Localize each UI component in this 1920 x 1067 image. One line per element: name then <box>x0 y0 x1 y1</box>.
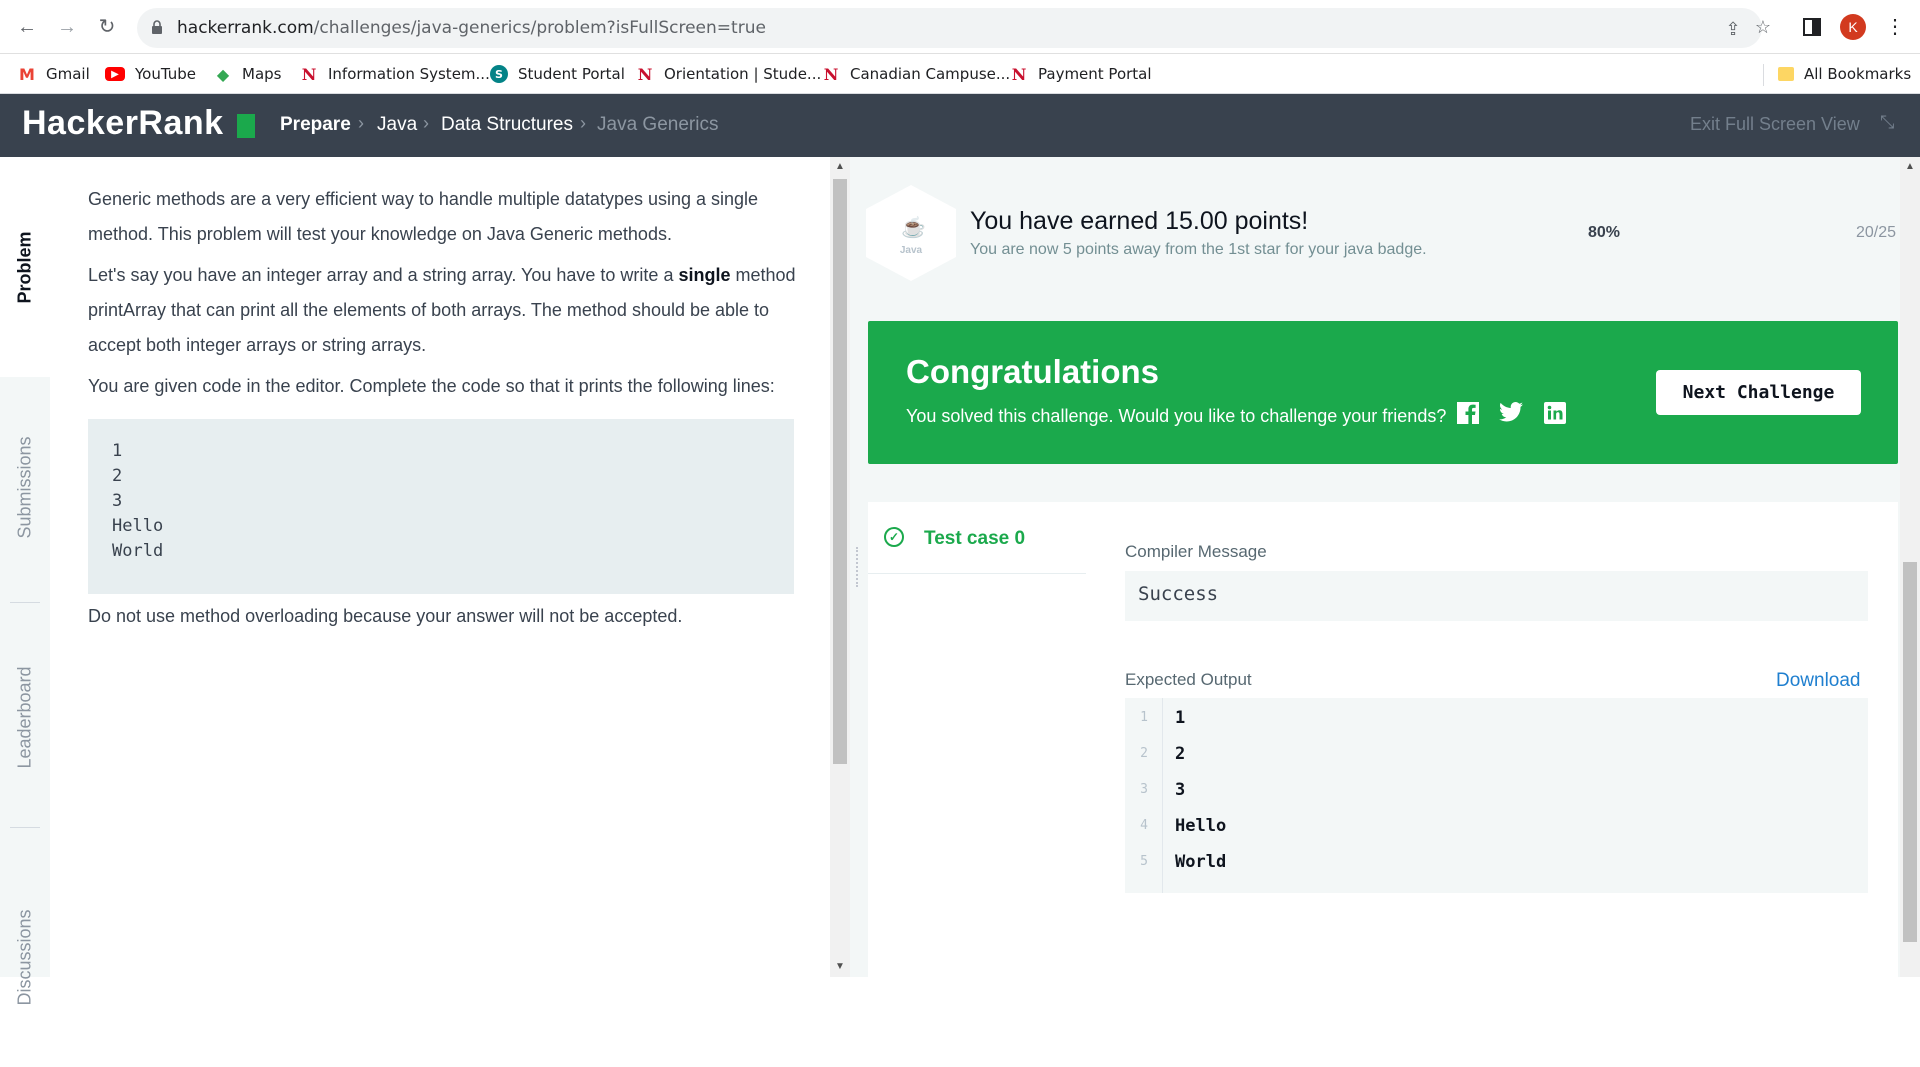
test-results-card: ✓ Test case 0 Compiler Message Success E… <box>868 502 1898 984</box>
sample-output-block: 1 2 3 Hello World <box>88 419 794 594</box>
share-icon[interactable]: ⇪ <box>1722 18 1744 40</box>
tab-submissions[interactable]: Submissions <box>0 377 50 597</box>
pane-resize-handle[interactable] <box>850 157 866 977</box>
java-cup-icon: ☕ <box>901 217 926 239</box>
code-line: Hello <box>112 516 164 536</box>
progress-fraction: 20/25 <box>1856 224 1897 241</box>
n-logo-icon: N <box>823 64 839 84</box>
breadcrumb-prepare[interactable]: Prepare <box>280 114 351 136</box>
bookmark-information-system[interactable]: N Information System... <box>300 63 490 85</box>
chevron-right-icon: › <box>423 113 429 133</box>
compiler-message-box: Success <box>1125 571 1868 621</box>
linkedin-icon[interactable] <box>1543 401 1567 425</box>
breadcrumb-java[interactable]: Java <box>377 114 417 136</box>
bookmark-gmail[interactable]: M Gmail <box>18 63 90 85</box>
all-bookmarks[interactable]: All Bookmarks <box>1778 63 1911 85</box>
scrollbar-thumb[interactable] <box>833 179 847 764</box>
tab-divider <box>10 827 40 828</box>
congrats-title: Congratulations <box>906 353 1159 390</box>
bookmarks-separator <box>1763 64 1764 86</box>
scroll-up-icon[interactable]: ▲ <box>835 161 845 172</box>
folder-icon <box>1778 67 1794 81</box>
logo-square <box>237 114 255 138</box>
back-icon[interactable]: ← <box>14 14 40 40</box>
twitter-icon[interactable] <box>1499 401 1523 425</box>
chevron-right-icon: › <box>580 113 586 133</box>
progress-percent: 80% <box>1588 224 1621 241</box>
problem-paragraph-2: Let's say you have an integer array and … <box>88 265 796 355</box>
bookmark-student-portal[interactable]: S Student Portal <box>490 63 625 85</box>
browser-toolbar: ← → ↻ hackerrank.com/challenges/java-gen… <box>0 0 1920 54</box>
facebook-icon[interactable] <box>1456 401 1480 425</box>
problem-paragraph-1: Generic methods are a very efficient way… <box>88 189 759 244</box>
browser-menu-icon[interactable]: ⋮ <box>1885 14 1905 40</box>
scroll-up-icon[interactable]: ▲ <box>1905 161 1915 172</box>
output-line: 33 <box>1140 780 1186 800</box>
problem-side-tabs: Problem Submissions Leaderboard Discussi… <box>0 157 50 1005</box>
test-case-list <box>868 574 1086 984</box>
problem-paragraph-4: Do not use method overloading because yo… <box>88 606 683 626</box>
bookmark-orientation[interactable]: N Orientation | Stude... <box>636 63 822 85</box>
collapse-icon[interactable]: ⤡ <box>1880 112 1894 133</box>
code-line: 1 <box>112 441 123 461</box>
output-line: 22 <box>1140 744 1186 764</box>
code-line: 3 <box>112 491 123 511</box>
n-logo-icon: N <box>301 64 317 84</box>
points-earned-subtitle: You are now 5 points away from the 1st s… <box>970 241 1427 258</box>
next-challenge-button[interactable]: Next Challenge <box>1656 370 1861 415</box>
sharepoint-icon: S <box>490 65 508 83</box>
n-logo-icon: N <box>637 64 653 84</box>
problem-paragraph-3: You are given code in the editor. Comple… <box>88 376 775 396</box>
gmail-icon: M <box>19 64 35 84</box>
results-scrollbar[interactable]: ▲ <box>1900 157 1920 977</box>
chevron-right-icon: › <box>358 113 364 133</box>
bookmark-star-icon[interactable]: ☆ <box>1752 16 1774 38</box>
profile-avatar[interactable]: K <box>1840 14 1866 40</box>
scrollbar-thumb[interactable] <box>1903 562 1917 942</box>
output-line: 4 Hello <box>1140 816 1227 836</box>
tab-divider <box>10 602 40 603</box>
code-line: World <box>112 541 164 561</box>
youtube-icon: ▶ <box>105 67 125 81</box>
compiler-message-label: Compiler Message <box>1125 542 1267 561</box>
expected-output-box: 11 22 33 4 Hello 5 World <box>1125 698 1868 893</box>
congratulations-banner: Congratulations You solved this challeng… <box>868 321 1898 464</box>
tab-problem[interactable]: Problem <box>0 157 50 377</box>
problem-scrollbar[interactable]: ▲ ▼ <box>830 157 850 977</box>
forward-icon[interactable]: → <box>54 14 80 40</box>
check-circle-icon: ✓ <box>884 527 904 547</box>
tab-discussions[interactable]: Discussions <box>0 847 50 1067</box>
results-panel: ☕ Java You have earned 15.00 points! You… <box>866 157 1900 984</box>
reload-icon[interactable]: ↻ <box>94 14 120 40</box>
site-header: HackerRank Prepare › Java › Data Structu… <box>0 94 1920 157</box>
lock-icon <box>152 20 162 34</box>
test-case-tab[interactable]: ✓ Test case 0 <box>868 502 1086 574</box>
side-panel-icon[interactable] <box>1803 18 1821 36</box>
address-bar[interactable]: hackerrank.com/challenges/java-generics/… <box>137 8 1762 48</box>
exit-fullscreen-link[interactable]: Exit Full Screen View <box>1690 114 1860 135</box>
download-link[interactable]: Download <box>1776 670 1861 692</box>
bookmarks-bar: M Gmail ▶ YouTube ◆ Maps N Information Syste… <box>0 54 1920 94</box>
bookmark-canadian-campuses[interactable]: N Canadian Campuse... <box>822 63 1011 85</box>
maps-icon: ◆ <box>216 64 230 84</box>
tab-leaderboard[interactable]: Leaderboard <box>0 607 50 827</box>
expected-output-label: Expected Output <box>1125 670 1252 689</box>
scroll-down-icon[interactable]: ▼ <box>835 961 845 972</box>
n-logo-icon: N <box>1011 64 1027 84</box>
java-badge: ☕ Java <box>866 185 956 281</box>
hackerrank-logo[interactable]: HackerRank <box>22 104 224 143</box>
problem-statement: Generic methods are a very efficient way… <box>50 157 830 977</box>
bookmark-youtube[interactable]: ▶ YouTube <box>105 63 196 85</box>
bookmark-payment-portal[interactable]: N Payment Portal <box>1010 63 1152 85</box>
output-line: 5 World <box>1140 852 1227 872</box>
points-earned-title: You have earned 15.00 points! <box>970 207 1309 235</box>
url-text: hackerrank.com/challenges/java-generics/… <box>177 18 766 38</box>
output-line: 11 <box>1140 708 1186 728</box>
breadcrumb-java-generics: Java Generics <box>597 114 719 135</box>
congrats-subtitle: You solved this challenge. Would you lik… <box>906 406 1447 426</box>
code-line: 2 <box>112 466 123 486</box>
bookmark-maps[interactable]: ◆ Maps <box>214 63 282 85</box>
breadcrumb-data-structures[interactable]: Data Structures <box>441 114 573 136</box>
grip-icon <box>856 547 860 587</box>
